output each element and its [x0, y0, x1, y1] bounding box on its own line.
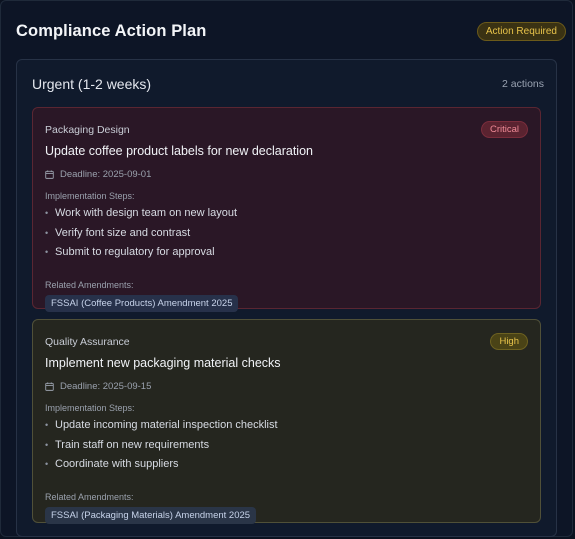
action-category: Packaging Design: [45, 123, 130, 136]
step-text: Work with design team on new layout: [55, 207, 237, 219]
amendments-label: Related Amendments:: [45, 491, 134, 502]
step-item: • Submit to regulatory for approval: [45, 243, 528, 263]
compliance-panel: Compliance Action Plan Action Required U…: [0, 0, 573, 537]
action-title: Implement new packaging material checks: [45, 356, 281, 370]
step-text: Verify font size and contrast: [55, 226, 191, 239]
amendments-label: Related Amendments:: [45, 279, 134, 290]
calendar-icon: [45, 382, 54, 391]
urgent-section: Urgent (1-2 weeks) 2 actions Packaging D…: [16, 59, 557, 537]
bullet-icon: •: [45, 420, 49, 430]
amendment-tag[interactable]: FSSAI (Packaging Materials) Amendment 20…: [45, 506, 257, 524]
step-text: Train staff on new requirements: [55, 438, 210, 451]
step-item: • Update incoming material inspection che…: [45, 416, 528, 436]
header: Compliance Action Plan Action Required: [16, 19, 566, 43]
step-text: Coordinate with suppliers: [55, 458, 179, 470]
steps-list: • Update incoming material inspection che…: [45, 416, 528, 475]
section-title: Urgent (1-2 weeks): [32, 76, 152, 92]
amendment-tag[interactable]: FSSAI (Coffee Products) Amendment 2025: [45, 294, 239, 312]
step-item: • Work with design team on new layout: [45, 204, 528, 224]
action-count: 2 actions: [501, 78, 544, 90]
step-item: • Coordinate with suppliers: [45, 455, 528, 475]
bullet-icon: •: [45, 208, 49, 218]
deadline-text: Deadline: 2025-09-15: [60, 381, 152, 392]
priority-badge: Critical: [480, 121, 528, 138]
action-category: Quality Assurance: [45, 335, 130, 348]
page-title: Compliance Action Plan: [16, 21, 207, 40]
step-text: Update incoming material inspection chec…: [55, 419, 278, 431]
section-header[interactable]: Urgent (1-2 weeks) 2 actions: [32, 76, 544, 92]
bullet-icon: •: [45, 459, 49, 469]
bullet-icon: •: [45, 227, 49, 238]
steps-label: Implementation Steps:: [45, 191, 135, 201]
deadline-text: Deadline: 2025-09-01: [60, 169, 152, 180]
deadline: Deadline: 2025-09-15: [45, 381, 528, 392]
status-badge: Action Required: [476, 21, 566, 41]
steps-label: Implementation Steps:: [45, 403, 135, 413]
step-text: Submit to regulatory for approval: [55, 246, 215, 258]
step-item: • Train staff on new requirements: [45, 436, 528, 456]
priority-badge: High: [490, 333, 528, 350]
action-title: Update coffee product labels for new dec…: [45, 144, 313, 158]
bullet-icon: •: [45, 439, 49, 450]
step-item: • Verify font size and contrast: [45, 224, 528, 244]
action-card[interactable]: Packaging Design Critical Update coffee …: [32, 107, 541, 312]
action-card[interactable]: Quality Assurance High Implement new pac…: [32, 319, 541, 524]
deadline: Deadline: 2025-09-01: [45, 169, 528, 180]
steps-list: • Work with design team on new layout • Ve…: [45, 204, 528, 263]
calendar-icon: [45, 170, 54, 179]
bullet-icon: •: [45, 247, 49, 257]
